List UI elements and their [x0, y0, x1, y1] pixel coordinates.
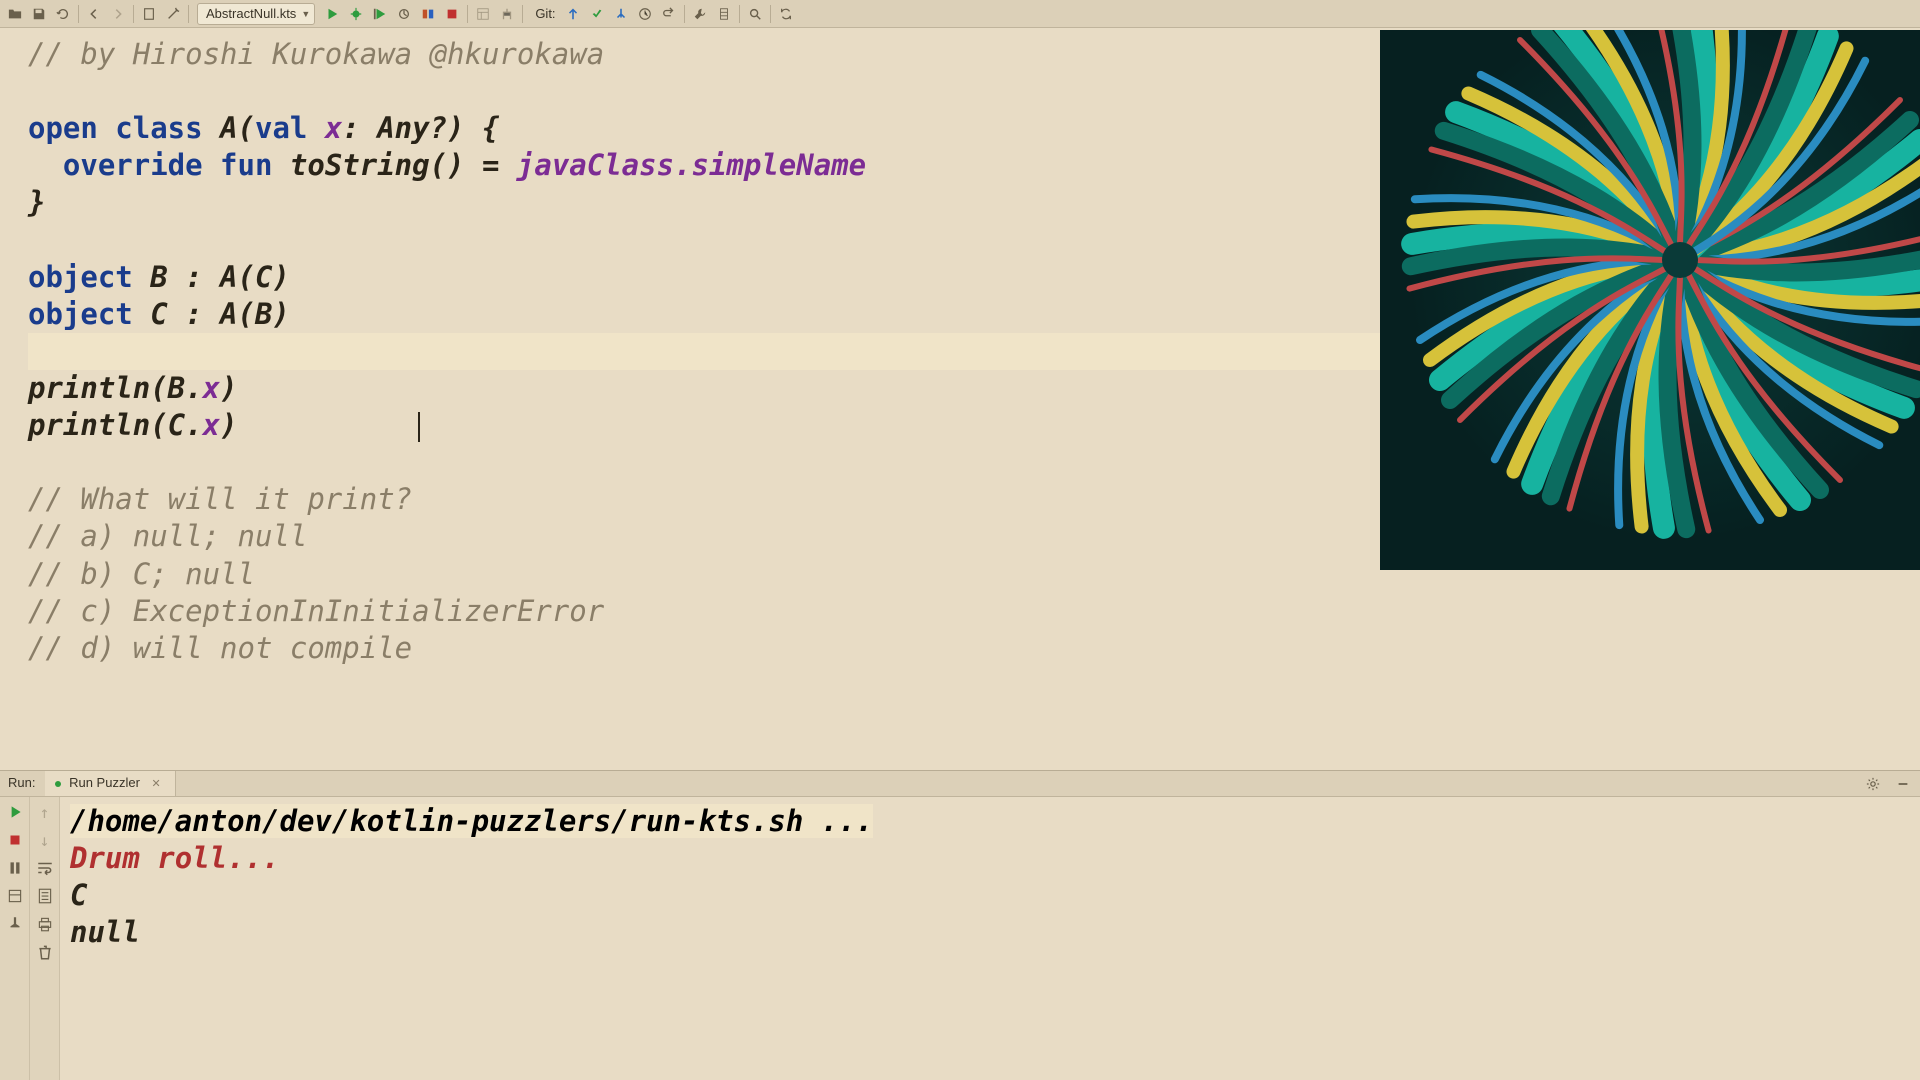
debug-icon[interactable]	[345, 3, 367, 25]
console-out-2: null	[70, 915, 140, 949]
wrap-icon[interactable]	[36, 859, 54, 877]
trash-icon[interactable]	[36, 943, 54, 961]
back-icon[interactable]	[83, 3, 105, 25]
run-tabs-bar: Run: Run Puzzler ✕	[0, 771, 1920, 797]
tool-icon[interactable]	[689, 3, 711, 25]
run-panel-label: Run:	[0, 771, 45, 796]
console-out-1: C	[70, 878, 87, 912]
run-tab-label: Run Puzzler	[69, 775, 140, 790]
coverage-icon[interactable]	[369, 3, 391, 25]
wand-icon[interactable]	[162, 3, 184, 25]
console-output[interactable]: /home/anton/dev/kotlin-puzzlers/run-kts.…	[60, 797, 1920, 1080]
git-label: Git:	[535, 6, 555, 21]
comment-author: // by Hiroshi Kurokawa @hkurokawa	[28, 37, 604, 71]
open-icon[interactable]	[4, 3, 26, 25]
refresh-icon[interactable]	[52, 3, 74, 25]
search-icon[interactable]	[744, 3, 766, 25]
git-commit-icon[interactable]	[586, 3, 608, 25]
text-caret	[418, 412, 420, 442]
stop-icon[interactable]	[441, 3, 463, 25]
up-icon[interactable]: ↑	[36, 803, 54, 821]
ant-icon[interactable]	[713, 3, 735, 25]
run-icon[interactable]	[321, 3, 343, 25]
down-icon[interactable]: ↓	[36, 831, 54, 849]
git-revert-icon[interactable]	[658, 3, 680, 25]
git-update-icon[interactable]	[562, 3, 584, 25]
profile-icon[interactable]	[393, 3, 415, 25]
save-icon[interactable]	[28, 3, 50, 25]
clipboard-icon[interactable]	[138, 3, 160, 25]
exit-icon[interactable]	[6, 887, 24, 905]
run-config-name: AbstractNull.kts	[206, 6, 296, 21]
run-config-selector[interactable]: AbstractNull.kts ▼	[197, 3, 315, 25]
run-tool-window: Run: Run Puzzler ✕ ↑ ↓ /home/anton/	[0, 770, 1920, 1080]
print-icon[interactable]	[36, 915, 54, 933]
git-history-icon[interactable]	[634, 3, 656, 25]
hide-icon[interactable]	[1892, 773, 1914, 795]
forward-icon[interactable]	[107, 3, 129, 25]
close-tab-icon[interactable]: ✕	[152, 778, 161, 790]
gear-icon[interactable]	[1862, 773, 1884, 795]
run-gutter-left	[0, 797, 30, 1080]
stop-run-icon[interactable]	[6, 831, 24, 849]
console-line-drum: Drum roll...	[70, 841, 280, 875]
scroll-icon[interactable]	[36, 887, 54, 905]
main-toolbar: AbstractNull.kts ▼ Git:	[0, 0, 1920, 28]
attach-icon[interactable]	[417, 3, 439, 25]
git-push-icon[interactable]	[610, 3, 632, 25]
run-gutter-right: ↑ ↓	[30, 797, 60, 1080]
rerun-icon[interactable]	[6, 803, 24, 821]
chevron-down-icon: ▼	[301, 9, 310, 19]
run-tab-active[interactable]: Run Puzzler ✕	[45, 771, 175, 796]
decorative-swirl-image	[1380, 30, 1920, 570]
status-dot-icon	[55, 781, 61, 787]
pin-icon[interactable]	[6, 915, 24, 933]
pause-icon[interactable]	[6, 859, 24, 877]
sync-icon[interactable]	[775, 3, 797, 25]
structure-icon[interactable]	[496, 3, 518, 25]
console-command: /home/anton/dev/kotlin-puzzlers/run-kts.…	[70, 804, 873, 838]
layout-icon[interactable]	[472, 3, 494, 25]
